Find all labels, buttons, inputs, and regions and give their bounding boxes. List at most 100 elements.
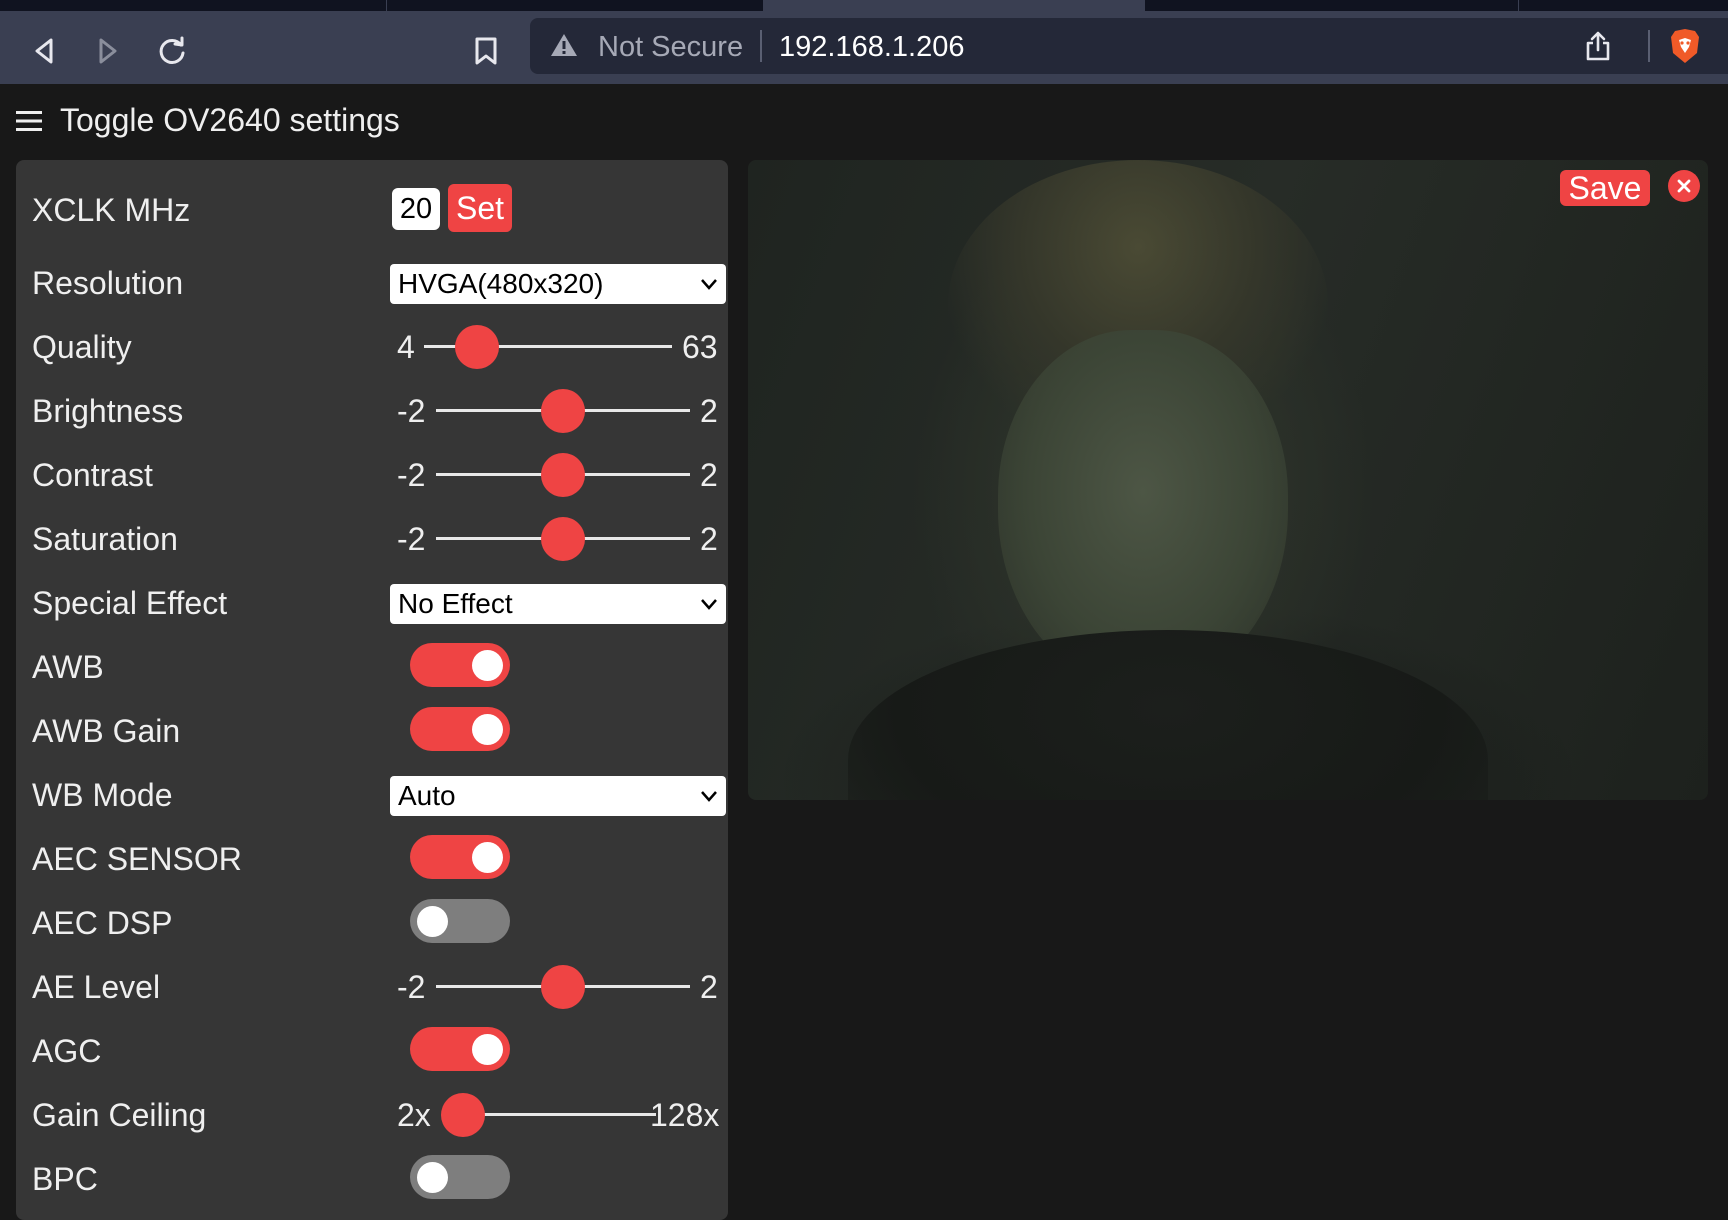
bpc-row: BPC [32, 1153, 722, 1203]
awb-gain-toggle[interactable] [410, 707, 510, 751]
saturation-max: 2 [700, 521, 718, 557]
aec-dsp-row: AEC DSP [32, 897, 722, 947]
settings-panel: XCLK MHz 20 Set Resolution HVGA(480x320)… [16, 160, 728, 1220]
special-effect-select[interactable]: No Effect [390, 584, 726, 624]
awb-gain-label: AWB Gain [32, 713, 181, 749]
ae-level-slider-thumb[interactable] [541, 965, 585, 1009]
browser-toolbar: Not Secure 192.168.1.206 [0, 11, 1728, 84]
aec-sensor-row: AEC SENSOR [32, 833, 722, 883]
agc-label: AGC [32, 1033, 102, 1069]
reload-icon [159, 36, 185, 64]
aec-dsp-toggle[interactable] [410, 899, 510, 943]
resolution-value: HVGA(480x320) [398, 268, 604, 299]
awb-row: AWB [32, 641, 722, 691]
special-effect-row: Special Effect No Effect [32, 577, 726, 627]
special-effect-value: No Effect [398, 588, 513, 619]
contrast-slider-thumb[interactable] [541, 453, 585, 497]
bpc-toggle[interactable] [410, 1155, 510, 1199]
brightness-row: Brightness -2 2 [32, 385, 722, 435]
gain-ceiling-slider[interactable] [464, 1113, 656, 1116]
brightness-slider-thumb[interactable] [541, 389, 585, 433]
contrast-row: Contrast -2 2 [32, 449, 722, 499]
wb-mode-value: Auto [398, 780, 456, 811]
address-bar[interactable]: Not Secure 192.168.1.206 [530, 18, 1728, 74]
chevron-down-icon [701, 599, 717, 610]
quality-slider-thumb[interactable] [455, 325, 499, 369]
hamburger-icon [16, 110, 42, 131]
special-effect-label: Special Effect [32, 585, 228, 621]
toggle-knob [472, 842, 503, 873]
chevron-down-icon [701, 279, 717, 290]
close-stream-button[interactable] [1668, 170, 1700, 202]
share-icon[interactable] [1585, 30, 1611, 67]
forward-button[interactable] [88, 31, 128, 71]
bookmark-icon [475, 37, 497, 65]
awb-toggle[interactable] [410, 643, 510, 687]
gain-ceiling-min: 2x [397, 1097, 431, 1133]
close-icon [1677, 179, 1691, 193]
contrast-max: 2 [700, 457, 718, 493]
forward-icon [99, 38, 117, 64]
toggle-settings[interactable]: Toggle OV2640 settings [16, 102, 400, 139]
toggle-knob [417, 1162, 448, 1193]
saturation-row: Saturation -2 2 [32, 513, 722, 563]
bpc-label: BPC [32, 1161, 98, 1197]
brave-shield-icon[interactable] [1669, 27, 1701, 70]
aec-sensor-toggle[interactable] [410, 835, 510, 879]
toggle-knob [472, 1034, 503, 1065]
saturation-slider-thumb[interactable] [541, 517, 585, 561]
xclk-input[interactable]: 20 [392, 188, 440, 230]
gain-ceiling-label: Gain Ceiling [32, 1097, 207, 1133]
back-button[interactable] [24, 31, 64, 71]
resolution-select[interactable]: HVGA(480x320) [390, 264, 726, 304]
agc-toggle[interactable] [410, 1027, 510, 1071]
tab-strip [0, 0, 1728, 11]
saturation-label: Saturation [32, 521, 178, 557]
wb-mode-label: WB Mode [32, 777, 173, 813]
aec-sensor-label: AEC SENSOR [32, 841, 242, 877]
reload-button[interactable] [152, 31, 192, 71]
ae-level-label: AE Level [32, 969, 161, 1005]
saturation-min: -2 [397, 521, 426, 557]
contrast-min: -2 [397, 457, 426, 493]
warning-icon [550, 32, 578, 63]
resolution-row: Resolution HVGA(480x320) [32, 257, 726, 307]
xclk-label: XCLK MHz [32, 192, 191, 228]
brightness-label: Brightness [32, 393, 184, 429]
awb-label: AWB [32, 649, 104, 685]
wb-mode-select[interactable]: Auto [390, 776, 726, 816]
quality-label: Quality [32, 329, 132, 365]
set-xclk-button[interactable]: Set [448, 184, 512, 232]
ae-level-max: 2 [700, 969, 718, 1005]
browser-tab[interactable] [0, 0, 387, 11]
quality-max: 63 [682, 329, 718, 365]
browser-tab[interactable] [1145, 0, 1519, 11]
gain-ceiling-row: Gain Ceiling 2x 128x [32, 1089, 722, 1139]
awb-gain-row: AWB Gain [32, 705, 722, 755]
ae-level-row: AE Level -2 2 [32, 961, 722, 1011]
toggle-knob [417, 906, 448, 937]
divider [760, 30, 762, 62]
xclk-row: XCLK MHz 20 Set [32, 184, 722, 234]
divider [1648, 30, 1650, 62]
agc-row: AGC [32, 1025, 722, 1075]
security-status[interactable]: Not Secure [598, 31, 743, 64]
browser-tab-active[interactable] [764, 0, 1145, 11]
wb-mode-row: WB Mode Auto [32, 769, 726, 819]
camera-stream: Save [748, 160, 1708, 800]
page-title: Toggle OV2640 settings [60, 102, 400, 138]
browser-tab[interactable] [387, 0, 764, 11]
quality-min: 4 [397, 329, 415, 365]
aec-dsp-label: AEC DSP [32, 905, 173, 941]
stream-image-shirt [848, 630, 1488, 800]
gain-ceiling-slider-thumb[interactable] [441, 1093, 485, 1137]
quality-row: Quality 4 63 [32, 321, 722, 371]
gain-ceiling-max: 128x [650, 1097, 720, 1133]
resolution-label: Resolution [32, 265, 184, 301]
back-icon [35, 38, 53, 64]
save-button[interactable]: Save [1560, 170, 1650, 206]
url-text[interactable]: 192.168.1.206 [779, 31, 964, 64]
brightness-max: 2 [700, 393, 718, 429]
toggle-knob [472, 650, 503, 681]
bookmark-button[interactable] [466, 31, 506, 71]
